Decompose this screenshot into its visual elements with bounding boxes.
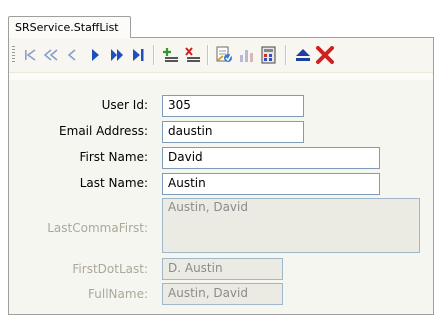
query-icon bbox=[216, 46, 232, 62]
last-name-field[interactable]: Austin bbox=[162, 173, 380, 195]
record-toolbar bbox=[9, 38, 433, 72]
tab-staff-list[interactable]: SRService.StaffList bbox=[8, 16, 131, 38]
next-record-button[interactable] bbox=[84, 44, 106, 66]
full-name-field[interactable]: Austin, David bbox=[162, 283, 283, 305]
prev-page-button[interactable] bbox=[40, 44, 62, 66]
query-button[interactable] bbox=[214, 44, 236, 66]
next-page-button[interactable] bbox=[106, 44, 128, 66]
delete-record-button[interactable] bbox=[182, 44, 204, 66]
last-name-label: Last Name: bbox=[79, 176, 148, 190]
eject-icon bbox=[296, 49, 310, 61]
first-dot-last-label: FirstDotLast: bbox=[72, 262, 148, 276]
full-name-label: FullName: bbox=[88, 287, 148, 301]
next-icon bbox=[92, 49, 99, 61]
last-icon bbox=[133, 49, 144, 61]
first-icon bbox=[25, 49, 36, 61]
first-name-field[interactable]: David bbox=[162, 147, 380, 169]
email-label: Email Address: bbox=[59, 124, 148, 138]
toolbar-separator bbox=[285, 45, 287, 65]
calc-icon bbox=[261, 46, 276, 64]
chart-icon bbox=[240, 50, 253, 62]
email-field[interactable]: daustin bbox=[162, 121, 304, 143]
close-button[interactable] bbox=[314, 44, 336, 66]
add-icon bbox=[163, 48, 178, 62]
chart-button[interactable] bbox=[236, 44, 258, 66]
toolbar-divider bbox=[9, 72, 433, 73]
first-record-button[interactable] bbox=[19, 44, 41, 66]
user-id-field[interactable]: 305 bbox=[162, 95, 304, 117]
last-comma-first-field[interactable]: Austin, David bbox=[162, 198, 420, 253]
toolbar-grip[interactable] bbox=[12, 46, 15, 64]
add-record-button[interactable] bbox=[160, 44, 182, 66]
user-id-label: User Id: bbox=[101, 98, 148, 112]
last-comma-first-label: LastCommaFirst: bbox=[47, 221, 148, 235]
next-page-icon bbox=[111, 49, 123, 61]
close-icon bbox=[316, 46, 334, 64]
eject-button[interactable] bbox=[292, 44, 314, 66]
first-name-label: First Name: bbox=[79, 150, 148, 164]
delete-icon bbox=[185, 47, 200, 62]
last-record-button[interactable] bbox=[127, 44, 149, 66]
toolbar-separator bbox=[207, 45, 209, 65]
prev-page-icon bbox=[43, 49, 58, 61]
first-dot-last-field[interactable]: D. Austin bbox=[162, 258, 283, 280]
prev-record-button[interactable] bbox=[61, 44, 83, 66]
prev-icon bbox=[67, 49, 76, 61]
tab-label: SRService.StaffList bbox=[15, 21, 119, 34]
toolbar-separator bbox=[153, 45, 155, 65]
calculator-button[interactable] bbox=[258, 44, 280, 66]
